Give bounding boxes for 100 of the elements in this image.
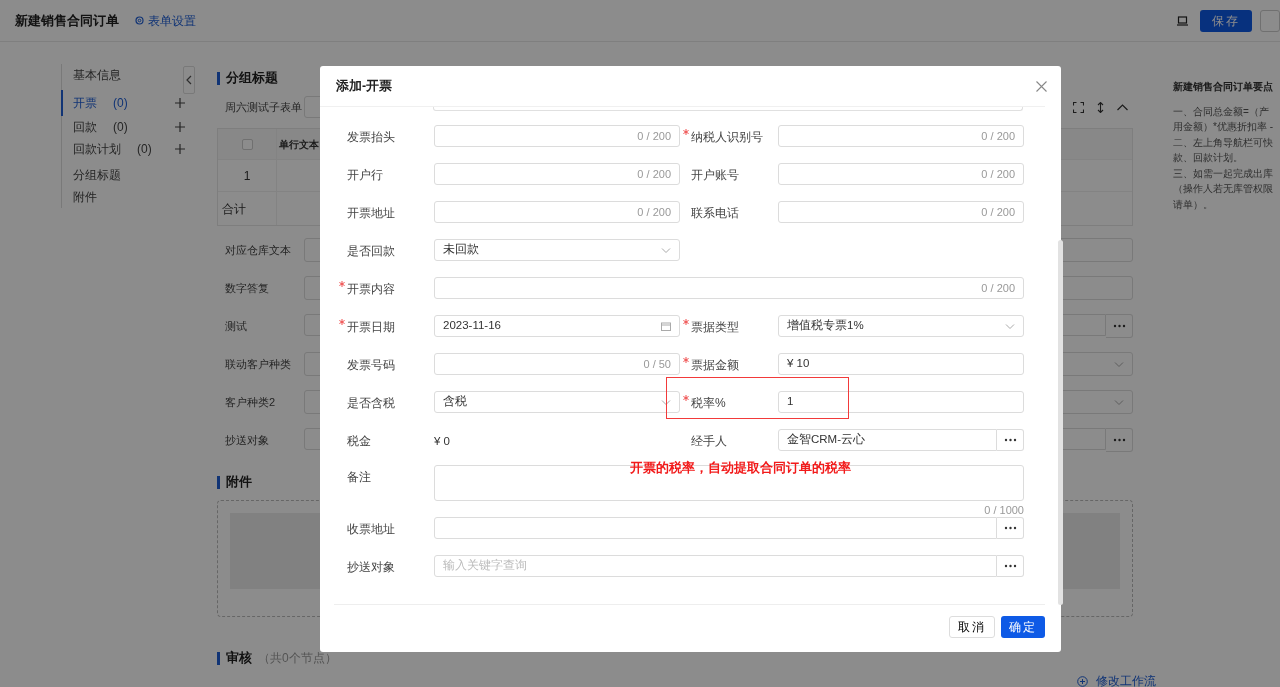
text-input[interactable]: 2023-11-16 [443, 317, 661, 335]
edit-workflow-link[interactable]: 修改工作流 [1077, 672, 1156, 687]
input-field[interactable]: 0 / 50 [434, 353, 680, 375]
nav-item[interactable]: 回款 (0) [61, 116, 200, 138]
plus-icon[interactable] [175, 98, 185, 108]
close-button[interactable] [1036, 80, 1047, 92]
input-field[interactable]: 0 / 200 [778, 163, 1024, 185]
input-field[interactable]: 0 / 200 [434, 125, 680, 147]
dialog-title: 添加-开票 [336, 77, 393, 95]
field-label: 联系电话 [691, 205, 739, 222]
lookup-button[interactable] [1106, 314, 1133, 338]
field-label: 纳税人识别号 [691, 129, 763, 146]
field-label: 对应仓库文本 [224, 242, 292, 258]
text-input[interactable]: ¥ 10 [787, 355, 1015, 373]
field-label: 开票内容 [347, 281, 395, 298]
input-field[interactable] [434, 517, 997, 539]
chevron-left-icon [186, 75, 192, 85]
input-field[interactable]: 0 / 200 [434, 201, 680, 223]
text-input[interactable]: 金智CRM-云心 [787, 431, 988, 449]
input-field[interactable]: 金智CRM-云心 [778, 429, 997, 451]
nav-item[interactable]: 回款计划 (0) [61, 138, 200, 160]
section-marker [217, 651, 220, 665]
tips-line: 请单）。 [1173, 197, 1214, 212]
annotation-text: 开票的税率，自动提取合同订单的税率 [630, 459, 851, 477]
save-button[interactable]: 保存 [1200, 9, 1252, 32]
field-label: 是否含税 [347, 395, 395, 412]
checkbox[interactable] [241, 138, 253, 150]
section-marker [217, 475, 220, 489]
form-settings-link[interactable]: 表单设置 [135, 11, 196, 30]
nav-item[interactable]: 附件 [61, 186, 200, 208]
char-counter: 0 / 200 [981, 204, 1015, 220]
select-field[interactable]: 含税 [434, 391, 680, 413]
field-label: 开票地址 [347, 205, 395, 222]
lookup-button[interactable] [997, 555, 1024, 577]
field-label: 开户账号 [691, 167, 739, 184]
chevron-down-icon [1114, 360, 1124, 368]
text-input[interactable]: 1 [787, 393, 1015, 411]
monitor-icon[interactable] [1177, 15, 1188, 26]
field-label: 发票号码 [347, 357, 395, 374]
field-label: 抄送对象 [224, 432, 270, 448]
tips-line: （操作人若无库管权限 [1173, 182, 1274, 196]
input-field[interactable]: 0 / 200 [778, 125, 1024, 147]
field-label: 发票抬头 [347, 129, 395, 146]
fullscreen-icon[interactable] [1073, 101, 1084, 113]
plus-icon[interactable] [175, 122, 185, 132]
field-value: ¥ 0 [434, 434, 451, 449]
plus-circle-icon [1077, 675, 1088, 687]
more-icon [1003, 564, 1017, 568]
scrollbar[interactable] [1058, 240, 1063, 605]
field-label: 税率% [691, 395, 726, 412]
lookup-button[interactable] [997, 429, 1024, 451]
char-counter: 0 / 200 [981, 166, 1015, 182]
nav-item[interactable]: 基本信息 [61, 64, 200, 86]
lookup-button[interactable] [997, 517, 1024, 539]
cancel-button[interactable]: 取消 [949, 616, 995, 638]
select-field[interactable]: 增值税专票1% [778, 315, 1024, 337]
field-label: 联动客户种类 [224, 356, 292, 372]
chevron-down-icon [1005, 322, 1015, 330]
plus-icon[interactable] [175, 144, 185, 154]
input-field[interactable]: 2023-11-16 [434, 315, 680, 337]
section-marker [217, 71, 220, 85]
field-label: 票据金额 [691, 357, 739, 374]
input-field[interactable]: 0 / 200 [778, 201, 1024, 223]
field-label: 收票地址 [347, 521, 395, 538]
collapse-button[interactable] [183, 66, 195, 94]
field-label: 测试 [224, 318, 248, 334]
page-title: 新建销售合同订单 [15, 11, 119, 30]
field-label: 开户行 [347, 167, 383, 184]
field-label: 税金 [347, 433, 371, 450]
section-title: 分组标题 [226, 69, 278, 87]
lookup-button[interactable] [1106, 428, 1133, 452]
gear-icon [135, 16, 144, 25]
field-label: 周六测试子表单 [224, 99, 303, 115]
field-label: 抄送对象 [347, 559, 395, 576]
chevron-up-icon[interactable] [1117, 103, 1128, 111]
confirm-button[interactable]: 确定 [1001, 616, 1045, 638]
close-icon [1036, 80, 1047, 92]
action-button[interactable] [1260, 9, 1280, 32]
select-field[interactable]: 未回款 [434, 239, 680, 261]
char-counter: 0 / 1000 [983, 503, 1024, 518]
field-label: 数字答复 [224, 280, 270, 296]
text-input[interactable]: 输入关键字查询 [443, 557, 988, 575]
row-number: 1 [218, 160, 277, 191]
nav-item[interactable]: 分组标题 [61, 164, 200, 186]
input-field[interactable]: 0 / 200 [434, 163, 680, 185]
input-field[interactable]: ¥ 10 [778, 353, 1024, 375]
total-label: 合计 [222, 200, 246, 218]
input-field[interactable]: 0 / 200 [434, 277, 1024, 299]
tips-title: 新建销售合同订单要点 [1173, 80, 1274, 94]
vertical-arrows-icon[interactable] [1097, 101, 1104, 113]
input-field[interactable]: 输入关键字查询 [434, 555, 997, 577]
input-field[interactable]: 1 [778, 391, 1024, 413]
more-icon [1003, 526, 1017, 530]
field-label: 客户种类2 [224, 394, 277, 410]
more-icon [1003, 438, 1017, 442]
char-counter: 0 / 50 [643, 356, 671, 372]
field-label: 是否回款 [347, 243, 395, 260]
chevron-down-icon [1114, 398, 1124, 406]
tips-line: 款、回款计划。 [1173, 151, 1244, 165]
char-counter: 0 / 200 [637, 128, 671, 144]
